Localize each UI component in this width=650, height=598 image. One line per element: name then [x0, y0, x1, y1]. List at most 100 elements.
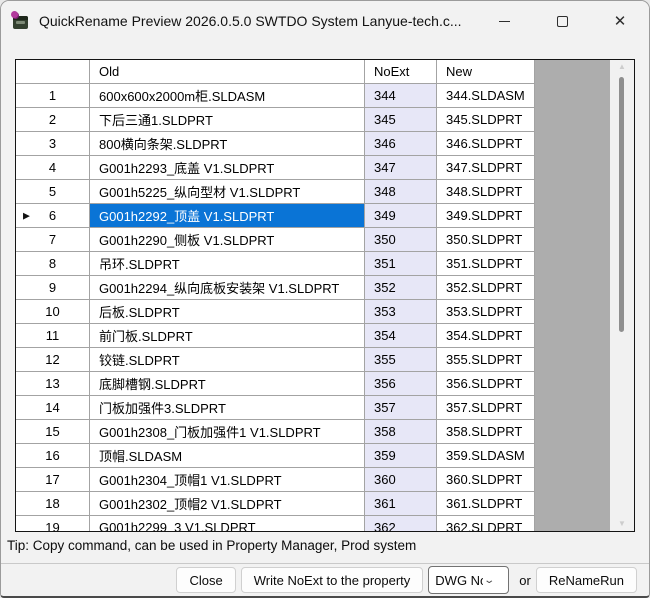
cell-noext[interactable]: 346 [365, 132, 437, 156]
scroll-up-icon[interactable]: ▲ [610, 62, 634, 72]
cell-old[interactable]: 顶帽.SLDASM [90, 444, 365, 468]
table-row[interactable]: ▶ 9 G001h2294_纵向底板安装架 V1.SLDPRT 352 352.… [16, 276, 610, 300]
maximize-button[interactable] [533, 1, 591, 41]
cell-noext[interactable]: 347 [365, 156, 437, 180]
header-old[interactable]: Old [90, 60, 365, 84]
write-noext-button[interactable]: Write NoExt to the property [241, 567, 424, 593]
row-header-cell[interactable]: ▶ 5 [16, 180, 90, 204]
close-dialog-button[interactable]: Close [176, 567, 235, 593]
cell-old[interactable]: G001h2294_纵向底板安装架 V1.SLDPRT [90, 276, 365, 300]
cell-new[interactable]: 355.SLDPRT [437, 348, 535, 372]
table-row[interactable]: ▶ 18 G001h2302_顶帽2 V1.SLDPRT 361 361.SLD… [16, 492, 610, 516]
header-new[interactable]: New [437, 60, 535, 84]
row-header-cell[interactable]: ▶ 6 [16, 204, 90, 228]
table-row[interactable]: ▶ 4 G001h2293_底盖 V1.SLDPRT 347 347.SLDPR… [16, 156, 610, 180]
row-header-cell[interactable]: ▶ 8 [16, 252, 90, 276]
cell-old[interactable]: 铰链.SLDPRT [90, 348, 365, 372]
cell-new[interactable]: 360.SLDPRT [437, 468, 535, 492]
row-header-cell[interactable]: ▶ 17 [16, 468, 90, 492]
cell-old[interactable]: G001h2290_侧板 V1.SLDPRT [90, 228, 365, 252]
cell-noext[interactable]: 353 [365, 300, 437, 324]
cell-noext[interactable]: 351 [365, 252, 437, 276]
scroll-down-icon[interactable]: ▼ [610, 519, 634, 529]
cell-old[interactable]: 600x600x2000m柜.SLDASM [90, 84, 365, 108]
cell-new[interactable]: 345.SLDPRT [437, 108, 535, 132]
header-noext[interactable]: NoExt [365, 60, 437, 84]
cell-noext[interactable]: 350 [365, 228, 437, 252]
row-header-cell[interactable]: ▶ 19 [16, 516, 90, 531]
row-header-cell[interactable]: ▶ 4 [16, 156, 90, 180]
cell-noext[interactable]: 360 [365, 468, 437, 492]
table-row[interactable]: ▶ 8 吊环.SLDPRT 351 351.SLDPRT [16, 252, 610, 276]
cell-old[interactable]: 后板.SLDPRT [90, 300, 365, 324]
row-header-cell[interactable]: ▶ 10 [16, 300, 90, 324]
cell-old[interactable]: 下后三通1.SLDPRT [90, 108, 365, 132]
cell-old[interactable]: 底脚槽钢.SLDPRT [90, 372, 365, 396]
cell-old[interactable]: G001h2299_3 V1.SLDPRT [90, 516, 365, 531]
table-row[interactable]: ▶ 10 后板.SLDPRT 353 353.SLDPRT [16, 300, 610, 324]
table-row[interactable]: ▶ 1 600x600x2000m柜.SLDASM 344 344.SLDASM [16, 84, 610, 108]
cell-new[interactable]: 348.SLDPRT [437, 180, 535, 204]
cell-old[interactable]: G001h2304_顶帽1 V1.SLDPRT [90, 468, 365, 492]
cell-noext[interactable]: 344 [365, 84, 437, 108]
cell-noext[interactable]: 361 [365, 492, 437, 516]
row-header-cell[interactable]: ▶ 18 [16, 492, 90, 516]
table-row[interactable]: ▶ 17 G001h2304_顶帽1 V1.SLDPRT 360 360.SLD… [16, 468, 610, 492]
row-header-cell[interactable]: ▶ 3 [16, 132, 90, 156]
cell-noext[interactable]: 357 [365, 396, 437, 420]
cell-old[interactable]: G001h5225_纵向型材 V1.SLDPRT [90, 180, 365, 204]
cell-new[interactable]: 351.SLDPRT [437, 252, 535, 276]
cell-old[interactable]: G001h2302_顶帽2 V1.SLDPRT [90, 492, 365, 516]
vertical-scrollbar[interactable]: ▲ ▼ [610, 60, 634, 531]
table-row[interactable]: ▶ 11 前门板.SLDPRT 354 354.SLDPRT [16, 324, 610, 348]
cell-new[interactable]: 362.SLDPRT [437, 516, 535, 531]
row-header-cell[interactable]: ▶ 1 [16, 84, 90, 108]
minimize-button[interactable] [475, 1, 533, 41]
cell-new[interactable]: 357.SLDPRT [437, 396, 535, 420]
cell-noext[interactable]: 345 [365, 108, 437, 132]
cell-new[interactable]: 359.SLDASM [437, 444, 535, 468]
cell-new[interactable]: 346.SLDPRT [437, 132, 535, 156]
rename-run-button[interactable]: ReNameRun [536, 567, 637, 593]
cell-noext[interactable]: 358 [365, 420, 437, 444]
row-header-cell[interactable]: ▶ 14 [16, 396, 90, 420]
row-header-cell[interactable]: ▶ 7 [16, 228, 90, 252]
table-row[interactable]: ▶ 16 顶帽.SLDASM 359 359.SLDASM [16, 444, 610, 468]
target-property-dropdown[interactable]: DWG No ⌄ [428, 566, 509, 594]
row-header-cell[interactable]: ▶ 11 [16, 324, 90, 348]
table-row[interactable]: ▶ 19 G001h2299_3 V1.SLDPRT 362 362.SLDPR… [16, 516, 610, 531]
cell-new[interactable]: 358.SLDPRT [437, 420, 535, 444]
cell-new[interactable]: 347.SLDPRT [437, 156, 535, 180]
row-header-cell[interactable]: ▶ 15 [16, 420, 90, 444]
cell-noext[interactable]: 349 [365, 204, 437, 228]
cell-new[interactable]: 353.SLDPRT [437, 300, 535, 324]
table-row[interactable]: ▶ 15 G001h2308_门板加强件1 V1.SLDPRT 358 358.… [16, 420, 610, 444]
table-row[interactable]: ▶ 2 下后三通1.SLDPRT 345 345.SLDPRT [16, 108, 610, 132]
row-header-cell[interactable]: ▶ 12 [16, 348, 90, 372]
cell-old[interactable]: 前门板.SLDPRT [90, 324, 365, 348]
table-row[interactable]: ▶ 3 800横向条架.SLDPRT 346 346.SLDPRT [16, 132, 610, 156]
table-row[interactable]: ▶ 14 门板加强件3.SLDPRT 357 357.SLDPRT [16, 396, 610, 420]
table-row[interactable]: ▶ 13 底脚槽钢.SLDPRT 356 356.SLDPRT [16, 372, 610, 396]
cell-new[interactable]: 361.SLDPRT [437, 492, 535, 516]
table-row[interactable]: ▶ 7 G001h2290_侧板 V1.SLDPRT 350 350.SLDPR… [16, 228, 610, 252]
row-header-cell[interactable]: ▶ 13 [16, 372, 90, 396]
cell-new[interactable]: 352.SLDPRT [437, 276, 535, 300]
cell-old[interactable]: 门板加强件3.SLDPRT [90, 396, 365, 420]
row-header-cell[interactable]: ▶ 16 [16, 444, 90, 468]
cell-new[interactable]: 344.SLDASM [437, 84, 535, 108]
cell-old[interactable]: G001h2293_底盖 V1.SLDPRT [90, 156, 365, 180]
cell-noext[interactable]: 355 [365, 348, 437, 372]
row-header-cell[interactable]: ▶ 2 [16, 108, 90, 132]
row-header-cell[interactable]: ▶ 9 [16, 276, 90, 300]
table-row[interactable]: ▶ 12 铰链.SLDPRT 355 355.SLDPRT [16, 348, 610, 372]
cell-old[interactable]: G001h2292_顶盖 V1.SLDPRT [90, 204, 365, 228]
table-row[interactable]: ▶ 6 G001h2292_顶盖 V1.SLDPRT 349 349.SLDPR… [16, 204, 610, 228]
cell-old[interactable]: G001h2308_门板加强件1 V1.SLDPRT [90, 420, 365, 444]
cell-new[interactable]: 349.SLDPRT [437, 204, 535, 228]
cell-noext[interactable]: 354 [365, 324, 437, 348]
cell-old[interactable]: 吊环.SLDPRT [90, 252, 365, 276]
cell-noext[interactable]: 348 [365, 180, 437, 204]
cell-noext[interactable]: 359 [365, 444, 437, 468]
cell-noext[interactable]: 352 [365, 276, 437, 300]
